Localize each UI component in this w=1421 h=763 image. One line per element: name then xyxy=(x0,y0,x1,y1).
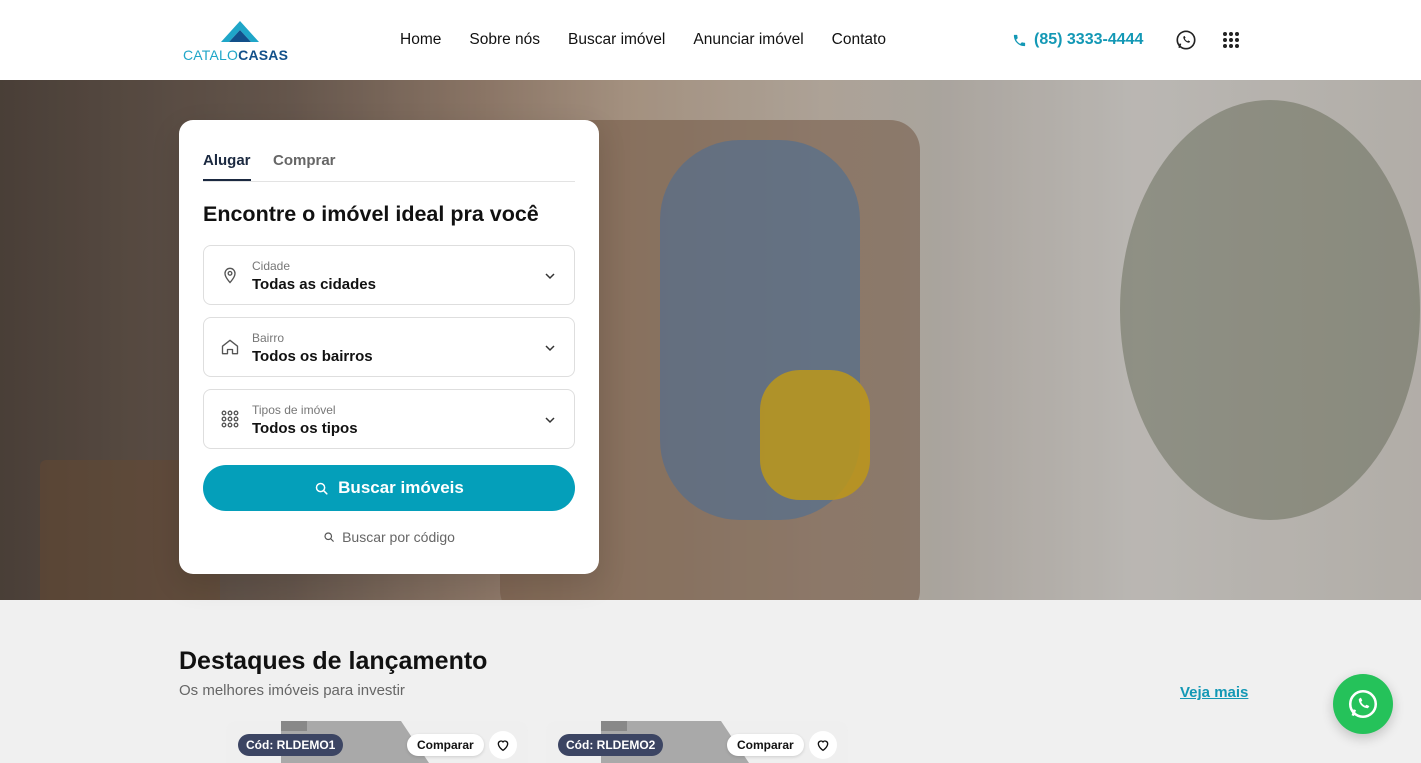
search-title: Encontre o imóvel ideal pra você xyxy=(203,202,539,226)
compare-button[interactable]: Comparar xyxy=(727,734,804,756)
favorite-heart-icon[interactable] xyxy=(489,731,517,759)
nav-list-property[interactable]: Anunciar imóvel xyxy=(693,31,803,49)
search-icon xyxy=(324,532,334,542)
logo-text: CATALOCASAS xyxy=(183,47,288,63)
nav-home[interactable]: Home xyxy=(400,31,441,49)
phone-icon xyxy=(1013,34,1026,46)
search-by-code-label: Buscar por código xyxy=(342,529,455,545)
logo[interactable]: CATALOCASAS xyxy=(182,20,298,64)
listing-card[interactable]: Cód: RLDEMO2 Comparar xyxy=(546,721,848,763)
section-subtitle: Os melhores imóveis para investir xyxy=(179,682,405,699)
neighborhood-label: Bairro xyxy=(252,331,285,345)
property-type-label: Tipos de imóvel xyxy=(252,403,336,417)
listing-card[interactable]: Cód: RLDEMO1 Comparar xyxy=(226,721,528,763)
location-pin-icon xyxy=(224,267,236,284)
chevron-down-icon xyxy=(545,417,555,424)
see-more-link[interactable]: Veja mais xyxy=(1180,684,1248,701)
whatsapp-float-button[interactable] xyxy=(1333,674,1393,734)
city-select[interactable]: Cidade Todas as cidades xyxy=(203,245,575,305)
neighborhood-value: Todos os bairros xyxy=(252,348,373,365)
city-label: Cidade xyxy=(252,259,291,273)
search-by-code-link[interactable]: Buscar por código xyxy=(179,529,599,545)
logo-text-part2: CASAS xyxy=(238,47,289,63)
whatsapp-icon xyxy=(1348,689,1378,719)
search-icon xyxy=(315,482,328,495)
compare-button[interactable]: Comparar xyxy=(407,734,484,756)
main-nav: Home Sobre nós Buscar imóvel Anunciar im… xyxy=(400,31,886,49)
header-phone[interactable]: (85) 3333-4444 xyxy=(1012,31,1143,49)
search-button-label: Buscar imóveis xyxy=(338,478,464,497)
city-value: Todas as cidades xyxy=(252,276,376,293)
whatsapp-icon[interactable] xyxy=(1175,29,1197,51)
tab-buy[interactable]: Comprar xyxy=(273,152,336,177)
logo-roof-icon xyxy=(221,21,259,42)
search-card: Alugar Comprar Encontre o imóvel ideal p… xyxy=(179,120,599,574)
search-tabs: Alugar Comprar xyxy=(203,152,575,182)
property-type-select[interactable]: Tipos de imóvel Todos os tipos xyxy=(203,389,575,449)
tab-rent[interactable]: Alugar xyxy=(203,152,251,181)
chevron-down-icon xyxy=(545,345,555,352)
grid-icon xyxy=(221,410,239,428)
nav-search-property[interactable]: Buscar imóvel xyxy=(568,31,665,49)
favorite-heart-icon[interactable] xyxy=(809,731,837,759)
listing-code-badge: Cód: RLDEMO1 xyxy=(238,734,344,756)
listing-code-badge: Cód: RLDEMO2 xyxy=(558,734,664,756)
grid-menu-icon[interactable] xyxy=(1222,31,1240,49)
search-button[interactable]: Buscar imóveis xyxy=(203,465,575,511)
site-header: CATALOCASAS Home Sobre nós Buscar imóvel… xyxy=(0,0,1421,80)
logo-text-part1: CATALO xyxy=(183,47,239,63)
neighborhood-select[interactable]: Bairro Todos os bairros xyxy=(203,317,575,377)
property-type-value: Todos os tipos xyxy=(252,420,358,437)
chevron-down-icon xyxy=(545,273,555,280)
section-title: Destaques de lançamento xyxy=(179,647,488,675)
house-icon xyxy=(221,339,239,355)
nav-about[interactable]: Sobre nós xyxy=(469,31,540,49)
phone-number: (85) 3333-4444 xyxy=(1034,31,1144,48)
nav-contact[interactable]: Contato xyxy=(832,31,886,49)
